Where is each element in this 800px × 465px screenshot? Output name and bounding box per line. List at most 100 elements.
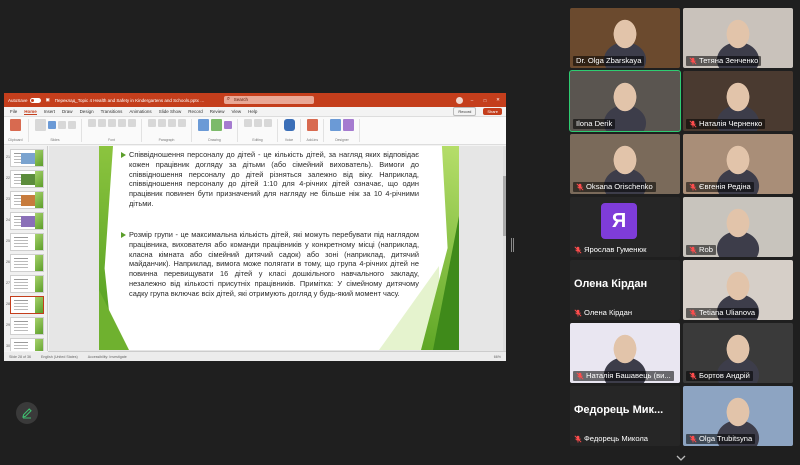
tab-draw[interactable]: Draw [62, 109, 73, 114]
maximize-icon[interactable]: □ [481, 98, 489, 103]
tab-slide-show[interactable]: Slide Show [159, 109, 182, 114]
participant-tile[interactable]: Rob [683, 197, 793, 257]
arrange-icon[interactable] [210, 119, 222, 131]
slide-thumbnail[interactable]: 22 [6, 170, 44, 188]
shared-screen: AutoSave ▣ Переклад_Topic 4 Health and S… [4, 93, 506, 361]
find-icon[interactable] [243, 119, 252, 127]
quick-styles-icon[interactable] [223, 121, 232, 129]
participant-tile[interactable]: Olga Trubitsyna [683, 386, 793, 446]
font-tool-icon[interactable] [117, 119, 126, 127]
tab-record[interactable]: Record [188, 109, 203, 114]
vertical-scrollbar[interactable] [503, 146, 506, 351]
accessibility-indicator[interactable]: Accessibility: Investigate [88, 355, 127, 359]
slide-paragraph-group-size[interactable]: Розмір групи - це максимальна кількість … [121, 230, 419, 299]
record-button[interactable]: Record [453, 107, 477, 116]
search-box[interactable]: Search [223, 95, 314, 104]
participant-name-label: Бортов Андрій [686, 371, 753, 381]
participant-name: Ярослав Гуменюк [584, 245, 647, 254]
tab-animations[interactable]: Animations [129, 109, 151, 114]
ribbon-group-drawing: Drawing [197, 119, 238, 142]
slide[interactable]: Співвідношення персоналу до дітей - це к… [99, 146, 459, 350]
replace-icon[interactable] [253, 119, 262, 127]
slide-thumbnail[interactable]: 29 [6, 317, 44, 335]
ribbon-group-label: Clipboard [8, 138, 23, 142]
paragraph-tool-icon[interactable] [167, 119, 176, 127]
tab-home[interactable]: Home [24, 109, 37, 115]
tab-view[interactable]: View [231, 109, 241, 114]
font-tool-icon[interactable] [107, 119, 116, 127]
participant-tile[interactable]: Тетяна Зенченко [683, 8, 793, 68]
participant-tile[interactable]: Євгенія Редіна [683, 134, 793, 194]
layout-icon[interactable] [47, 121, 56, 129]
tab-review[interactable]: Review [210, 109, 225, 114]
font-tool-icon[interactable] [127, 119, 136, 127]
slide-thumbnail[interactable]: 27 [6, 275, 44, 293]
ribbon-group-voice: Voice [283, 119, 301, 142]
participant-tile[interactable]: Наталія Черненко [683, 71, 793, 131]
participant-name-label: Dr. Olga Zbarskaya [573, 56, 645, 66]
copilot-icon[interactable] [343, 119, 355, 131]
participant-tile[interactable]: Я Ярослав Гуменюк [570, 197, 680, 257]
slide-thumbnail[interactable]: 23 [6, 191, 44, 209]
participant-name: Бортов Андрій [699, 371, 750, 380]
muted-mic-icon [689, 120, 697, 128]
muted-mic-icon [689, 57, 697, 65]
muted-mic-icon [574, 435, 582, 443]
participant-tile[interactable]: Oksana Orischenko [570, 134, 680, 194]
participant-name: Dr. Olga Zbarskaya [576, 56, 642, 65]
autosave-toggle[interactable]: AutoSave [8, 97, 41, 103]
add-ins-icon[interactable] [306, 119, 318, 131]
slide-thumbnail[interactable]: 30 [6, 338, 44, 351]
font-tool-icon[interactable] [87, 119, 96, 127]
slide-canvas: Співвідношення персоналу до дітей - це к… [49, 146, 506, 351]
panel-resize-handle[interactable] [511, 238, 514, 252]
slide-thumbnail[interactable]: 24 [6, 212, 44, 230]
muted-mic-icon [576, 372, 584, 380]
participant-tile[interactable]: Ilona Derik [569, 70, 681, 132]
tab-file[interactable]: File [10, 109, 17, 114]
shapes-icon[interactable] [197, 119, 209, 131]
tab-help[interactable]: Help [248, 109, 257, 114]
save-icon[interactable]: ▣ [46, 97, 50, 103]
user-avatar[interactable] [456, 96, 463, 104]
tab-insert[interactable]: Insert [44, 109, 55, 114]
participant-tile[interactable]: Наталія Башавець (ви... [570, 323, 680, 383]
tab-design[interactable]: Design [80, 109, 94, 114]
paragraph-tool-icon[interactable] [157, 119, 166, 127]
slide-thumbnail[interactable]: 21 [6, 149, 44, 167]
slide-thumbnail[interactable]: 25 [6, 233, 44, 251]
section-icon[interactable] [67, 121, 76, 129]
participant-tile[interactable]: Tetiana Ulianova [683, 260, 793, 320]
participant-name-label: Rob [686, 245, 716, 255]
slide-indicator: Slide 28 of 36 [9, 354, 31, 359]
participant-tile[interactable]: Бортов Андрій [683, 323, 793, 383]
participant-tile[interactable]: Dr. Olga Zbarskaya [570, 8, 680, 68]
participant-name: Oksana Orischenko [586, 182, 653, 191]
select-icon[interactable] [263, 119, 272, 127]
annotate-button[interactable] [16, 402, 38, 424]
paste-icon[interactable] [9, 119, 21, 131]
chevron-down-icon[interactable] [675, 453, 687, 463]
tab-transitions[interactable]: Transitions [101, 109, 123, 114]
minimize-icon[interactable]: – [468, 98, 476, 103]
slide-thumbnail[interactable]: 26 [6, 254, 44, 272]
paragraph-tool-icon[interactable] [177, 119, 186, 127]
slide-paragraph-ratio[interactable]: Співвідношення персоналу до дітей - це к… [121, 150, 419, 209]
participant-name-label: Федорець Микола [573, 434, 651, 444]
pencil-icon [22, 408, 32, 419]
slide-thumbnail[interactable]: 28 [6, 296, 44, 314]
dictate-icon[interactable] [283, 119, 295, 131]
participant-tile[interactable]: Олена Кірдан Олена Кірдан [570, 260, 680, 320]
close-icon[interactable]: ✕ [494, 97, 502, 103]
reset-icon[interactable] [57, 121, 66, 129]
participant-tile[interactable]: Федорець Мик... Федорець Микола [570, 386, 680, 446]
participant-name-label: Oksana Orischenko [573, 182, 656, 192]
font-tool-icon[interactable] [97, 119, 106, 127]
zoom-level[interactable]: 66% [494, 355, 501, 359]
muted-mic-icon [689, 309, 697, 317]
new-slide-icon[interactable] [34, 119, 46, 131]
paragraph-tool-icon[interactable] [147, 119, 156, 127]
share-button[interactable]: Share [483, 108, 502, 115]
language-indicator[interactable]: English (United States) [41, 355, 78, 359]
designer-icon[interactable] [330, 119, 342, 131]
